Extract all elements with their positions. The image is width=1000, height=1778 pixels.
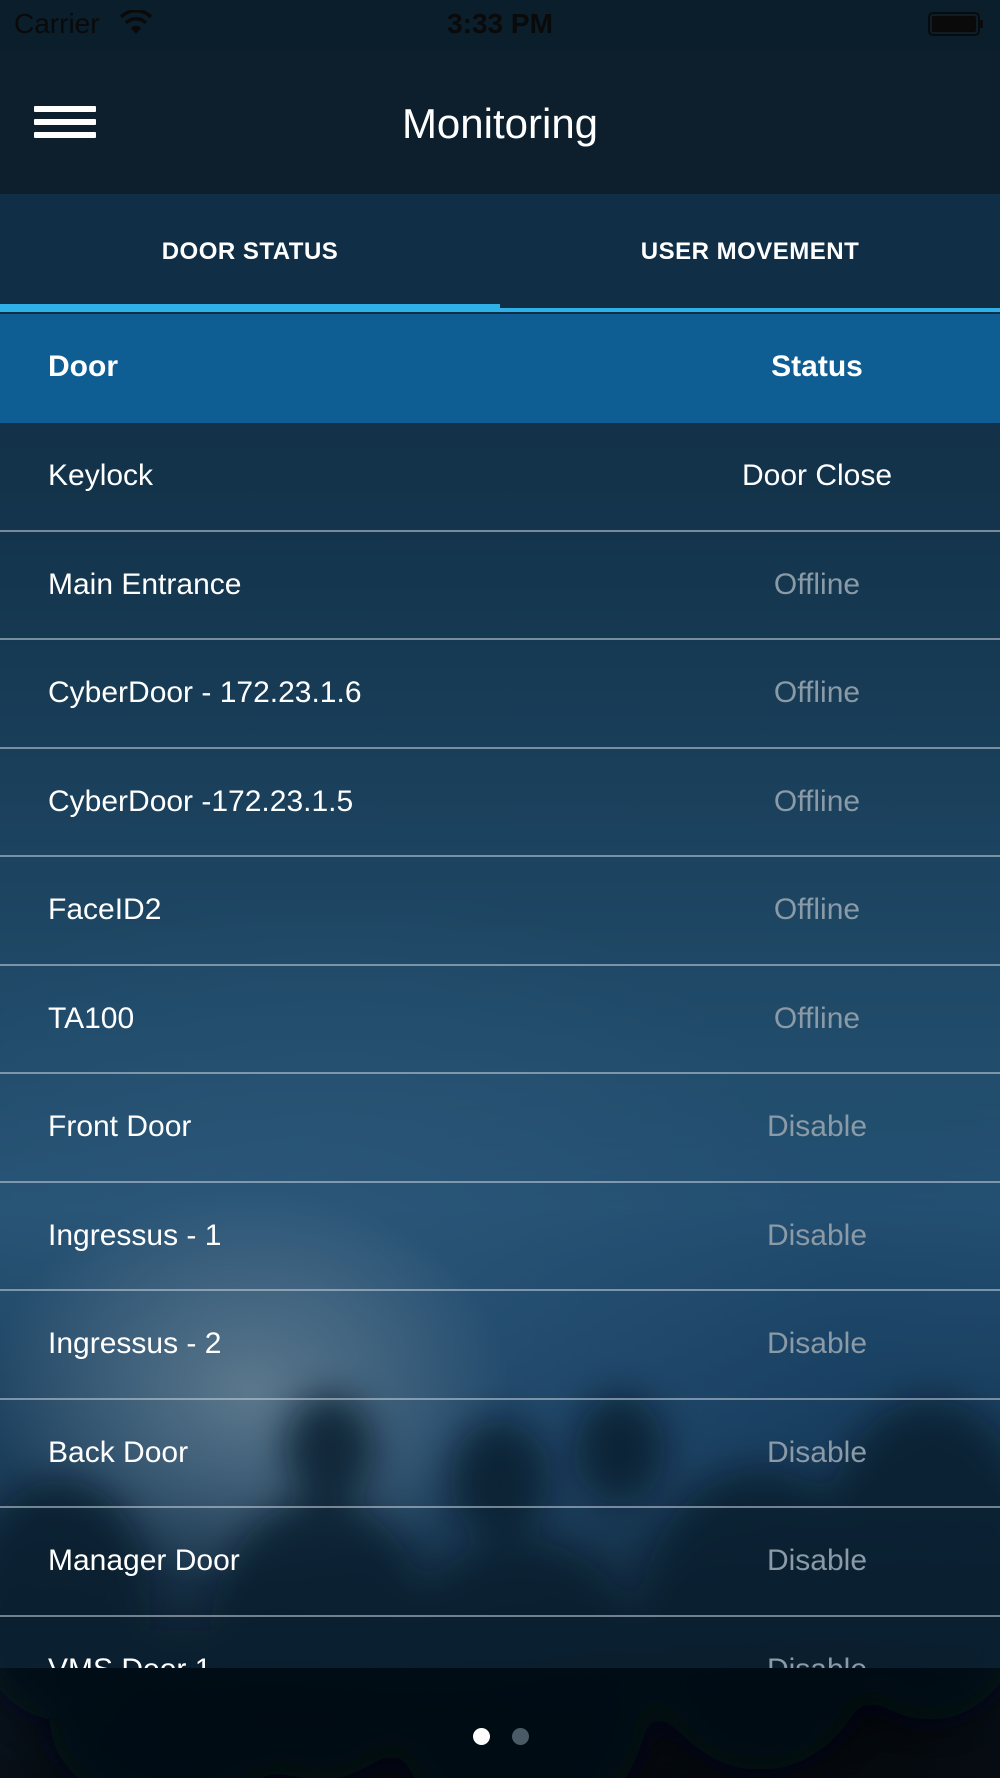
door-name: CyberDoor -172.23.1.5 [48,784,354,818]
tab-door-status[interactable]: DOOR STATUS [0,194,500,310]
door-status: Disable [766,1435,868,1469]
table-row[interactable]: Ingressus - 1 Disable [0,1182,1000,1291]
table-row[interactable]: Manager Door Disable [0,1508,1000,1617]
table-row[interactable]: Main Entrance Offline [0,531,1000,640]
table-row[interactable]: CyberDoor -172.23.1.5 Offline [0,748,1000,857]
table-row[interactable]: TA100 Offline [0,965,1000,1074]
tab-bar: DOOR STATUS USER MOVEMENT [0,194,1000,314]
table-row[interactable]: Front Door Disable [0,1074,1000,1183]
page-title: Monitoring [401,100,599,147]
active-tab-indicator [0,304,500,312]
door-status: Disable [617,1653,1000,1669]
column-header-door: Door [48,350,118,383]
door-status: Offline [773,784,861,818]
door-status: Disable [766,1327,868,1360]
door-status: Offline [773,567,861,601]
door-name: Ingressus - 1 [48,1218,222,1252]
table-row[interactable]: Keylock Door Close [0,423,1000,532]
page-dot-2[interactable] [512,1728,529,1745]
page-dot-1[interactable] [473,1728,490,1745]
door-status: Door Close [741,459,893,492]
door-status: Offline [773,1001,861,1035]
door-name: VMS Door 1 [48,1653,211,1669]
table-row[interactable]: Ingressus - 2 Disable [0,1291,1000,1400]
door-name: CyberDoor - 172.23.1.6 [48,676,362,709]
clock-label: 3:33 PM [447,8,553,39]
door-name: Back Door [48,1435,189,1469]
table-header: Door Status [0,314,1000,423]
battery-icon [928,12,983,36]
door-name: Ingressus - 2 [48,1327,222,1360]
door-status: Disable [766,1110,868,1143]
door-status: Offline [773,676,861,709]
page-indicator [0,1728,1000,1748]
door-name: Front Door [48,1110,192,1143]
door-name: Keylock [48,459,154,492]
tab-user-movement[interactable]: USER MOVEMENT [500,194,1000,310]
table-row[interactable]: VMS Door 1 Disable [0,1616,1000,1669]
status-bar: Carrier 3:33 PM [0,0,1000,50]
door-name: FaceID2 [48,893,162,926]
door-status: Disable [766,1544,868,1577]
table-row[interactable]: FaceID2 Offline [0,857,1000,966]
door-status-list[interactable]: Keylock Door Close Main Entrance Offline Cyb… [0,423,1000,1668]
navigation-bar: Monitoring [0,50,1000,194]
door-status: Disable [766,1218,868,1252]
column-header-status: Status [771,350,863,383]
door-name: Manager Door [48,1544,240,1577]
door-name: Main Entrance [48,567,242,601]
door-name: TA100 [48,1001,135,1035]
tab-divider-line [500,308,1000,312]
table-row[interactable]: Back Door Disable [0,1399,1000,1508]
door-status: Offline [773,893,861,926]
table-row[interactable]: CyberDoor - 172.23.1.6 Offline [0,640,1000,749]
